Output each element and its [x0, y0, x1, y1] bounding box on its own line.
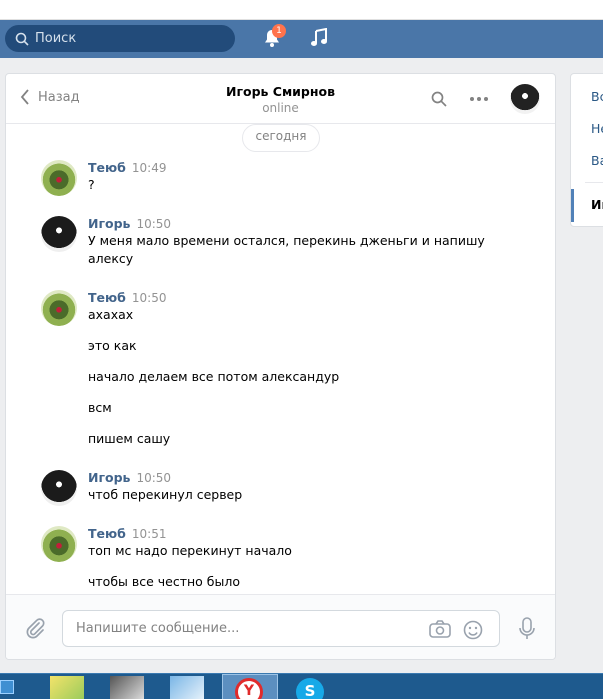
- message-text: это как: [88, 338, 137, 353]
- message-text: начало делаем все потом александур: [88, 369, 340, 384]
- message-input-placeholder: Напишите сообщение...: [76, 621, 240, 636]
- notes-app-icon[interactable]: [170, 676, 204, 699]
- message-time: 10:49: [131, 161, 167, 175]
- message-text: чтобы все честно было: [88, 574, 241, 589]
- avatar[interactable]: [41, 526, 77, 562]
- message-time: 10:51: [131, 527, 167, 541]
- author-name[interactable]: Игорь 10:50: [88, 470, 171, 485]
- start-menu-icon[interactable]: [0, 680, 14, 694]
- avatar[interactable]: [41, 160, 77, 196]
- date-divider: сегодня: [242, 124, 320, 152]
- author-name[interactable]: Игорь 10:50: [88, 216, 171, 231]
- message-time: 10:50: [136, 471, 172, 485]
- notification-badge: 1: [272, 24, 286, 38]
- more-options-icon[interactable]: [469, 91, 489, 110]
- sidebar-item-current-chat[interactable]: Иг: [591, 197, 603, 212]
- avatar[interactable]: [41, 216, 77, 252]
- microphone-icon[interactable]: [518, 617, 536, 644]
- yandex-browser-icon[interactable]: Y: [235, 678, 263, 699]
- paperclip-icon[interactable]: [24, 617, 46, 642]
- notepad-app-icon[interactable]: [50, 676, 84, 699]
- skype-icon[interactable]: S: [296, 678, 324, 699]
- media-app-icon[interactable]: [110, 676, 144, 699]
- sidebar-item-unread[interactable]: Не: [591, 121, 603, 136]
- message-time: 10:50: [136, 217, 172, 231]
- author-name[interactable]: Теюб 10:51: [88, 526, 166, 541]
- message-text: чтоб перекинул сервер: [88, 487, 243, 502]
- conversation-header: Назад Игорь Смирнов online: [6, 74, 555, 124]
- message-text: пишем сашу: [88, 431, 171, 446]
- search-in-chat-icon[interactable]: [431, 91, 447, 110]
- author-name[interactable]: Теюб 10:49: [88, 160, 166, 175]
- sidebar-divider: [585, 182, 603, 183]
- top-header-bar: Поиск 1: [0, 20, 603, 58]
- browser-top-strip: [0, 0, 603, 20]
- search-placeholder: Поиск: [35, 31, 77, 46]
- message-text: всм: [88, 400, 112, 415]
- message-list[interactable]: Теюб 10:49 ? Игорь 10:50 У меня мало време…: [6, 152, 555, 592]
- message-text: топ мс надо перекинут начало: [88, 543, 292, 558]
- conversation-panel: Назад Игорь Смирнов online сегодня Теюб 1…: [5, 73, 556, 660]
- sidebar-item-important[interactable]: Ва: [591, 153, 603, 168]
- message-text: алексу: [88, 251, 134, 266]
- search-icon: [15, 32, 29, 46]
- message-text: ?: [88, 177, 95, 192]
- emoji-icon[interactable]: [463, 620, 483, 643]
- os-taskbar: Y S: [0, 673, 603, 699]
- sidebar-active-indicator: [571, 189, 574, 222]
- message-time: 10:50: [131, 291, 167, 305]
- music-note-icon[interactable]: [310, 27, 328, 51]
- message-text: У меня мало времени остался, перекинь дж…: [88, 233, 485, 248]
- camera-icon[interactable]: [429, 620, 451, 641]
- message-composer: Напишите сообщение...: [6, 594, 555, 659]
- contact-avatar[interactable]: [510, 84, 540, 114]
- conversation-filter-sidebar: Вс Не Ва Иг: [570, 73, 603, 227]
- message-text: ахахах: [88, 307, 134, 322]
- avatar[interactable]: [41, 470, 77, 506]
- search-input[interactable]: Поиск: [5, 25, 235, 52]
- sidebar-item-all[interactable]: Вс: [591, 89, 603, 104]
- avatar[interactable]: [41, 290, 77, 326]
- author-name[interactable]: Теюб 10:50: [88, 290, 166, 305]
